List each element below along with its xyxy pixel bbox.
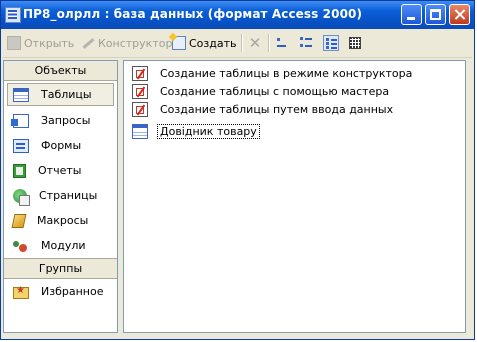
title-bar[interactable]: ПР8_олрлл : база данных (формат Access 2…: [1, 1, 474, 29]
report-icon: [13, 163, 26, 178]
query-icon: [11, 113, 29, 128]
maximize-button[interactable]: [425, 4, 446, 25]
data-entry-wizard-icon: [132, 102, 148, 117]
database-window: ПР8_олрлл : база данных (формат Access 2…: [0, 0, 475, 340]
groups-item-favorites[interactable]: Избранное: [4, 279, 117, 304]
objects-item-label: Модули: [41, 239, 86, 252]
small-icons-view-button[interactable]: [299, 35, 315, 51]
open-icon: [7, 36, 21, 50]
objects-item-reports[interactable]: Отчеты: [4, 158, 117, 183]
objects-bar: Объекты Таблицы Запросы Формы Отчеты Стр…: [3, 60, 118, 333]
objects-item-label: Страницы: [39, 189, 98, 202]
objects-item-tables[interactable]: Таблицы: [7, 83, 114, 106]
groups-header[interactable]: Группы: [4, 258, 117, 279]
table-icon: [132, 124, 148, 139]
objects-item-modules[interactable]: Модули: [4, 233, 117, 258]
create-icon: [172, 36, 186, 50]
toolbar-separator: [241, 34, 243, 52]
large-icons-view-button[interactable]: [275, 35, 291, 51]
design-wizard-icon: [132, 66, 148, 81]
macro-icon: [11, 213, 27, 228]
objects-item-forms[interactable]: Формы: [4, 133, 117, 158]
database-icon[interactable]: [5, 7, 21, 23]
design-label: Конструктор: [98, 36, 173, 50]
objects-item-label: Таблицы: [41, 88, 92, 101]
favorites-icon: [13, 285, 29, 299]
object-list: Создание таблицы в режиме конструктора С…: [123, 60, 466, 333]
objects-item-label: Формы: [41, 139, 82, 152]
window-title: ПР8_олрлл : база данных (формат Access 2…: [23, 7, 363, 21]
list-item-label: Довідник товару: [157, 124, 260, 139]
form-icon: [13, 138, 29, 153]
table-wizard-icon: [132, 84, 148, 99]
delete-icon[interactable]: ✕: [247, 35, 263, 51]
objects-item-label: Макросы: [37, 214, 89, 227]
objects-header[interactable]: Объекты: [4, 61, 117, 81]
create-label: Создать: [189, 36, 237, 50]
toolbar: Открыть Конструктор Создать ✕: [3, 30, 472, 58]
toolbar-separator: [268, 34, 270, 52]
list-item-table[interactable]: Довідник товару: [132, 123, 260, 140]
design-icon: [81, 36, 95, 50]
list-item-label: Создание таблицы с помощью мастера: [160, 85, 390, 98]
close-button[interactable]: [449, 4, 470, 25]
design-button[interactable]: Конструктор: [81, 33, 172, 53]
details-icon: [349, 37, 361, 49]
open-button[interactable]: Открыть: [7, 33, 74, 53]
list-item-create-design[interactable]: Создание таблицы в режиме конструктора: [132, 65, 412, 82]
list-item-create-wizard[interactable]: Создание таблицы с помощью мастера: [132, 83, 389, 100]
table-icon: [13, 87, 29, 102]
objects-item-label: Отчеты: [38, 164, 82, 177]
groups-item-label: Избранное: [41, 285, 104, 298]
objects-item-queries[interactable]: Запросы: [4, 108, 117, 133]
module-icon: [13, 239, 29, 253]
objects-item-label: Запросы: [41, 114, 91, 127]
list-view-button[interactable]: [323, 35, 339, 51]
details-view-button[interactable]: [347, 35, 363, 51]
page-icon: [13, 188, 30, 206]
list-item-label: Создание таблицы в режиме конструктора: [160, 67, 413, 80]
open-label: Открыть: [24, 36, 75, 50]
create-button[interactable]: Создать: [172, 33, 237, 53]
objects-item-macros[interactable]: Макросы: [4, 208, 117, 233]
list-item-create-data-entry[interactable]: Создание таблицы путем ввода данных: [132, 101, 393, 118]
minimize-button[interactable]: [401, 4, 422, 25]
objects-item-pages[interactable]: Страницы: [4, 183, 117, 208]
list-item-label: Создание таблицы путем ввода данных: [160, 103, 394, 116]
